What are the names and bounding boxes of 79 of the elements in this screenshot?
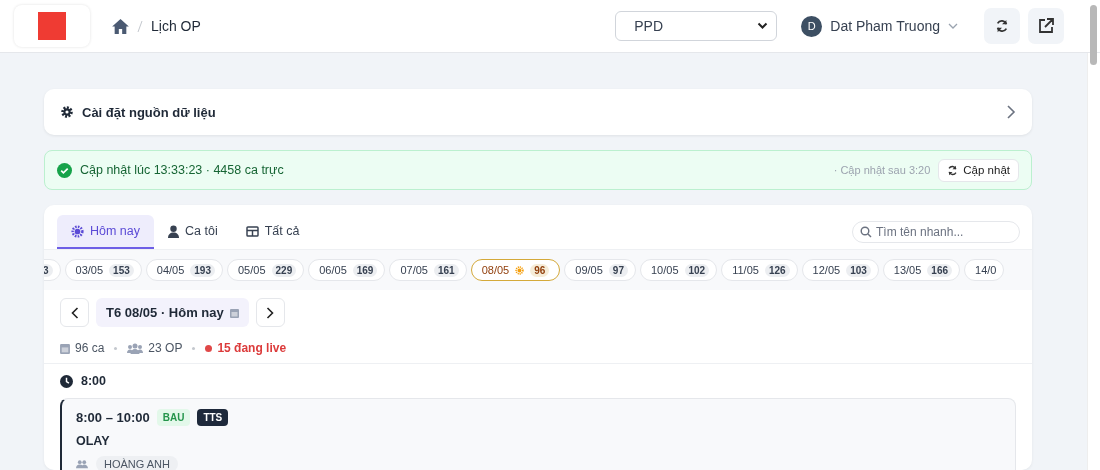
- refresh-button[interactable]: [984, 8, 1020, 44]
- calendar-icon: [60, 342, 70, 354]
- open-external-button[interactable]: [1028, 8, 1064, 44]
- date-chip[interactable]: 10/05 102: [639, 259, 718, 281]
- user-avatar: D: [801, 15, 823, 37]
- sun-icon: [515, 265, 525, 275]
- count-badge: 102: [684, 263, 710, 277]
- users-icon: [76, 459, 88, 469]
- calendar-icon: [229, 307, 239, 318]
- gear-icon: [60, 105, 74, 119]
- date-chip[interactable]: 09/05 97: [564, 259, 636, 281]
- external-link-icon: [1038, 18, 1054, 34]
- page-title: Lịch OP: [151, 18, 201, 34]
- date-chip[interactable]: 13/05 166: [882, 259, 961, 281]
- next-day-button[interactable]: [255, 298, 285, 327]
- workspace-select[interactable]: PPD: [615, 11, 778, 41]
- breadcrumb-separator: [137, 19, 143, 33]
- search-icon: [860, 226, 872, 238]
- date-chip[interactable]: 06/05 169: [308, 259, 386, 281]
- home-icon[interactable]: [112, 18, 129, 34]
- count-badge: 193: [190, 263, 215, 277]
- tab[interactable]: Ca tôi: [154, 215, 232, 249]
- date-chip[interactable]: 07/05 161: [389, 259, 467, 281]
- date-chip[interactable]: 11/05 126: [721, 259, 798, 281]
- shift-time: 8:00 – 10:00: [76, 410, 150, 425]
- count-badge: 161: [433, 263, 459, 277]
- next-update-text: · Cập nhật sau 3:20: [833, 164, 931, 176]
- date-chip[interactable]: 14/0: [964, 259, 1005, 281]
- count-badge: 166: [927, 263, 953, 277]
- count-badge: 153: [109, 263, 134, 277]
- count-badge: 229: [271, 263, 297, 277]
- tag: TTS: [197, 409, 229, 426]
- tab[interactable]: Tất cả: [231, 215, 314, 249]
- status-text: Cập nhật lúc 13:33:23 · 4458 ca trực: [80, 163, 284, 177]
- shift-card[interactable]: 8:00 – 10:00 BAU TTS OLAY HOÀNG ANH: [60, 398, 1016, 470]
- user-menu[interactable]: D Dat Pham Truong: [801, 15, 958, 37]
- search-field[interactable]: Tìm tên nhanh...: [852, 221, 1020, 243]
- tab[interactable]: Hôm nay: [57, 215, 155, 249]
- live-dot-icon: [205, 344, 213, 352]
- users-icon: [127, 342, 144, 354]
- date-chip[interactable]: 12/05 103: [801, 259, 879, 281]
- count-badge: 3: [44, 263, 53, 277]
- op-count: 23 OP: [148, 341, 183, 355]
- date-chip[interactable]: 04/05 193: [145, 259, 223, 281]
- date-picker-button[interactable]: T6 08/05 · Hôm nay: [96, 298, 249, 327]
- chevron-down-icon: [948, 23, 958, 29]
- date-chip[interactable]: 05/05 229: [227, 259, 305, 281]
- chevron-right-icon: [266, 306, 275, 319]
- count-badge: 97: [608, 263, 628, 277]
- logo-icon: [38, 12, 66, 40]
- count-badge: 103: [846, 263, 871, 277]
- time-heading: 8:00: [81, 374, 107, 388]
- sun-icon: [71, 224, 84, 238]
- refresh-icon: [947, 164, 959, 176]
- brand-name: OLAY: [76, 434, 111, 448]
- chevron-right-icon: [1006, 105, 1016, 119]
- shift-count: 96 ca: [75, 341, 105, 355]
- chevron-left-icon: [70, 306, 79, 319]
- previous-day-button[interactable]: [60, 298, 89, 327]
- table-icon: [245, 225, 259, 237]
- scrollbar-thumb[interactable]: [1090, 5, 1097, 65]
- refresh-icon: [995, 19, 1009, 33]
- date-chip[interactable]: 3: [44, 259, 61, 281]
- person-tag: HOÀNG ANH: [96, 456, 178, 470]
- tag: BAU: [156, 409, 191, 426]
- date-chip[interactable]: 08/05 96: [470, 259, 561, 281]
- count-badge: 126: [764, 263, 790, 277]
- settings-panel[interactable]: Cài đặt nguồn dữ liệu: [44, 89, 1032, 135]
- separator-dot: [114, 346, 118, 350]
- date-chip[interactable]: 03/05 153: [64, 259, 142, 281]
- count-badge: 169: [352, 263, 378, 277]
- chevron-down-icon: [757, 22, 769, 30]
- user-icon: [168, 224, 180, 238]
- count-badge: 96: [530, 263, 550, 277]
- update-button[interactable]: Cập nhật: [938, 158, 1019, 182]
- check-circle-icon: [57, 162, 72, 178]
- clock-icon: [60, 374, 73, 388]
- separator-dot: [192, 346, 196, 350]
- live-count: 15 đang live: [217, 341, 287, 355]
